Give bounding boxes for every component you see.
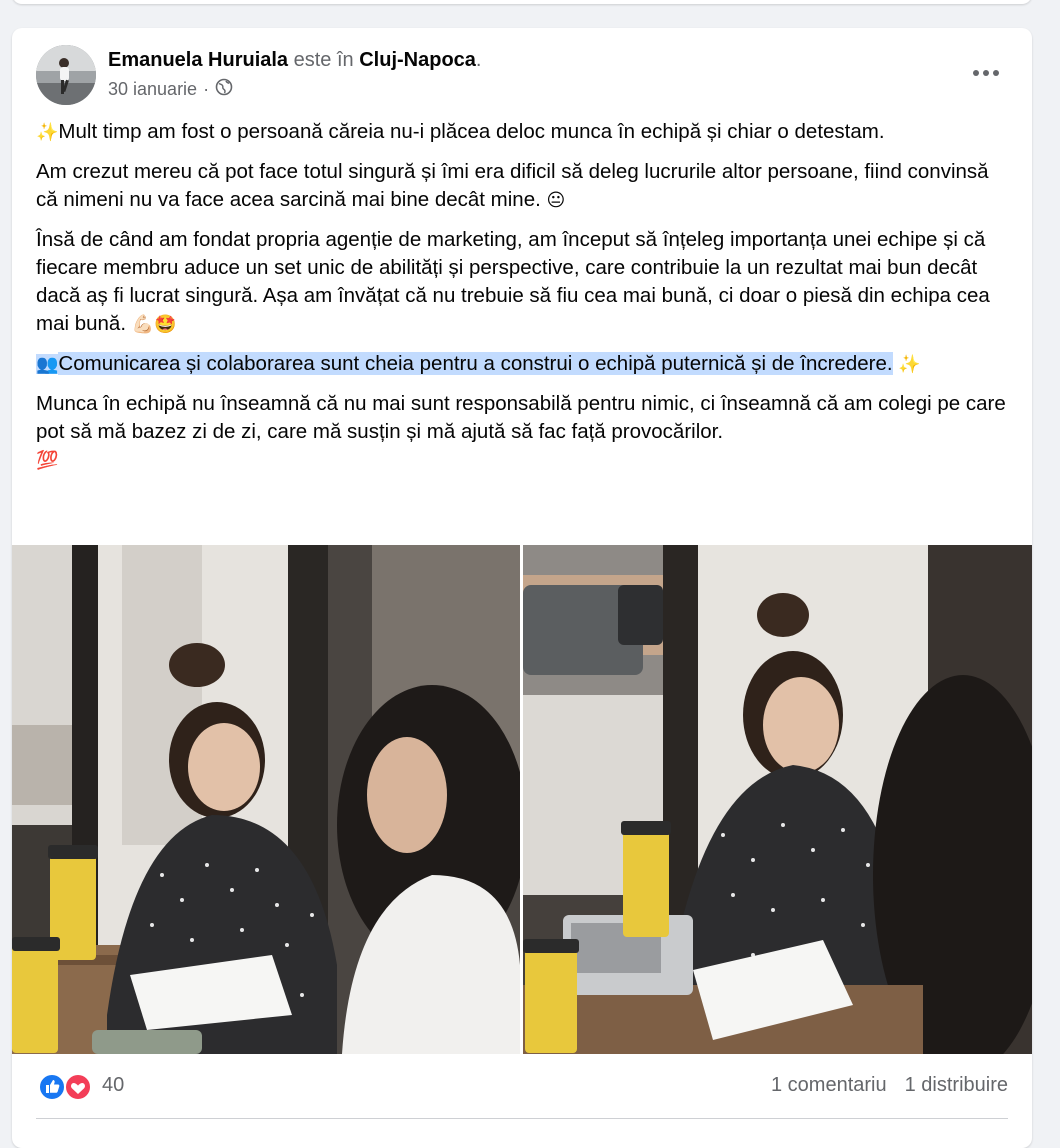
post-text: ✨Mult timp am fost o persoană căreia nu-… <box>36 118 1011 486</box>
reaction-icons[interactable] <box>38 1072 94 1101</box>
shares-count[interactable]: 1 distribuire <box>905 1074 1008 1097</box>
location-suffix: . <box>475 49 482 71</box>
comments-count[interactable]: 1 comentariu <box>771 1074 887 1097</box>
paragraph-2: Am crezut mereu că pot face totul singur… <box>36 158 1011 214</box>
paragraph-1-text: Mult timp am fost o persoană căreia nu-i… <box>58 120 885 143</box>
hundred-emoji: 💯 <box>36 450 59 470</box>
previous-post-card <box>12 0 1032 4</box>
paragraph-5-text: Munca în echipă nu înseamnă că nu mai su… <box>36 392 1006 443</box>
post-card: Emanuela Huruiala este în Cluj-Napoca. 3… <box>12 28 1032 1148</box>
photo-grid <box>12 545 1032 1054</box>
more-options-icon[interactable] <box>966 55 1006 91</box>
paragraph-2-text: Am crezut mereu că pot face totul singur… <box>36 160 989 211</box>
photo-2[interactable] <box>523 545 1032 1054</box>
muscle-emoji: 💪🏻 <box>131 314 155 334</box>
reaction-count[interactable]: 40 <box>102 1074 124 1097</box>
paragraph-4-text: Comunicarea și colaborarea sunt cheia pe… <box>58 352 893 375</box>
paragraph-3: Însă de când am fondat propria agenție d… <box>36 226 1011 338</box>
author-avatar[interactable] <box>36 45 96 105</box>
neutral-face-emoji: 😐 <box>546 190 566 210</box>
author-line: Emanuela Huruiala este în Cluj-Napoca. <box>108 49 481 72</box>
stats-divider <box>36 1118 1008 1119</box>
post-stats: 40 1 comentariu 1 distribuire <box>36 1068 1008 1104</box>
photo-1[interactable] <box>12 545 520 1054</box>
like-reaction-icon <box>38 1073 66 1101</box>
people-emoji: 👥 <box>36 354 59 374</box>
star-struck-emoji: 🤩 <box>154 314 177 334</box>
post-header: Emanuela Huruiala este în Cluj-Napoca. 3… <box>36 45 1006 107</box>
paragraph-4: 👥Comunicarea și colaborarea sunt cheia p… <box>36 350 1011 378</box>
location-link[interactable]: Cluj-Napoca <box>359 49 476 71</box>
paragraph-5: Munca în echipă nu înseamnă că nu mai su… <box>36 390 1011 474</box>
location-connector: este în <box>293 49 354 71</box>
engagement-counts: 1 comentariu 1 distribuire <box>771 1074 1008 1097</box>
post-meta: 30 ianuarie · <box>108 78 233 101</box>
globe-icon <box>215 78 233 101</box>
meta-separator: · <box>203 79 210 99</box>
author-name[interactable]: Emanuela Huruiala <box>108 49 288 71</box>
paragraph-1: ✨Mult timp am fost o persoană căreia nu-… <box>36 118 1011 146</box>
sparkles-emoji-2: ✨ <box>898 354 921 374</box>
paragraph-3-text: Însă de când am fondat propria agenție d… <box>36 228 990 335</box>
post-date[interactable]: 30 ianuarie <box>108 79 197 100</box>
sparkles-emoji: ✨ <box>36 122 59 142</box>
love-reaction-icon <box>64 1073 92 1101</box>
